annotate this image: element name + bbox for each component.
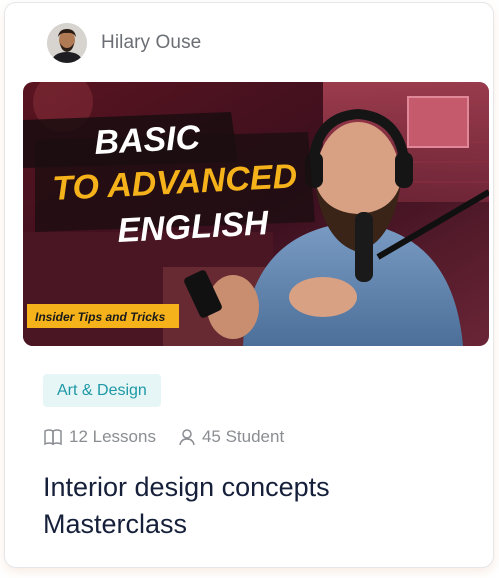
thumbnail-line3: ENGLISH [116, 204, 270, 250]
students-count: 45 Student [178, 427, 284, 447]
course-card[interactable]: Hilary Ouse BASIC TO ADVANCED ENGLISH In… [4, 2, 494, 568]
thumbnail-tagline: Insider Tips and Tricks [35, 310, 166, 324]
author-name[interactable]: Hilary Ouse [101, 32, 201, 54]
course-title-line2: Masterclass [43, 509, 188, 539]
lessons-label: 12 Lessons [69, 427, 156, 446]
students-label: 45 Student [201, 427, 285, 446]
lessons-count: 12 Lessons [43, 427, 156, 447]
author-info: Hilary Ouse [47, 23, 201, 63]
course-thumbnail[interactable]: BASIC TO ADVANCED ENGLISH Insider Tips a… [23, 82, 489, 346]
avatar[interactable] [47, 23, 87, 63]
category-badge[interactable]: Art & Design [43, 374, 161, 407]
user-icon [179, 429, 195, 446]
course-title[interactable]: Interior design concepts Masterclass [43, 469, 463, 543]
thumbnail-line1: BASIC [93, 118, 201, 162]
course-meta: 12 Lessons 45 Student [43, 427, 284, 447]
book-icon [44, 429, 62, 446]
course-title-line1: Interior design concepts [43, 472, 330, 502]
